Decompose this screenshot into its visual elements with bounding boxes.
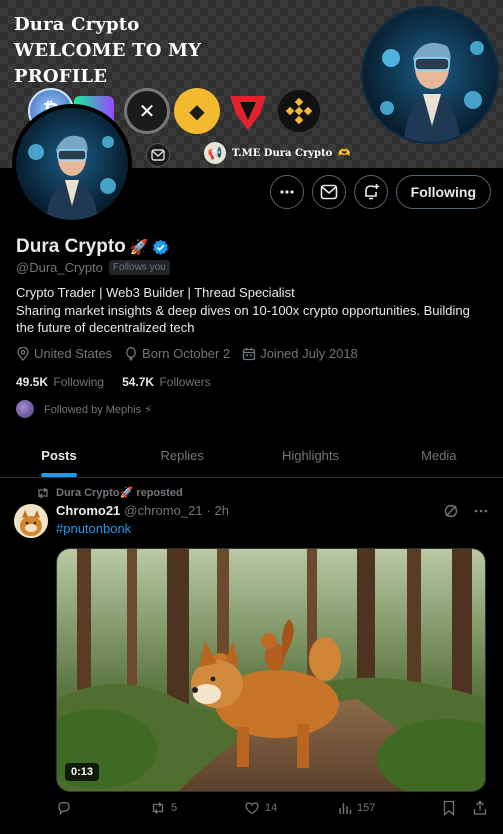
tab-media[interactable]: Media — [375, 434, 503, 477]
binance-logo-icon — [276, 88, 322, 134]
followed-by-row[interactable]: Followed by Mephis ⚡ — [16, 400, 152, 418]
following-count: 49.5K — [16, 375, 49, 389]
following-stat[interactable]: 49.5K Following — [16, 375, 104, 389]
post-author-name[interactable]: Chromo21 — [56, 503, 120, 518]
post-end-actions — [442, 800, 488, 816]
follows-you-badge: Follows you — [108, 260, 170, 275]
follower-avatar — [16, 400, 34, 418]
like-button[interactable]: 14 — [244, 801, 338, 815]
bnb-coin-icon: ◆ — [174, 88, 220, 134]
post-top-actions — [443, 503, 489, 519]
banner-title-line-1: Dura Crypto — [14, 14, 140, 35]
like-count: 14 — [265, 802, 278, 814]
followers-label: Followers — [159, 375, 211, 389]
profile-meta: United States Born October 2 Joined July… — [16, 346, 358, 361]
tab-posts[interactable]: Posts — [0, 434, 118, 477]
post-time[interactable]: · 2h — [207, 503, 229, 518]
notifications-button[interactable] — [353, 175, 388, 209]
share-icon[interactable] — [472, 800, 488, 816]
birthday-item: Born October 2 — [124, 346, 230, 361]
post-author-handle[interactable]: @chromo_21 — [124, 503, 202, 518]
bookmark-icon[interactable] — [442, 800, 456, 816]
location-text: United States — [34, 346, 113, 361]
telegram-link-badge: 📢 T.ME Dura Crypto 🫶 — [200, 139, 359, 167]
joined-item: Joined July 2018 — [242, 346, 358, 361]
post-hashtag-link[interactable]: #pnutonbonk — [56, 521, 131, 536]
retweet-icon — [152, 802, 164, 814]
birthday-text: Born October 2 — [142, 346, 231, 361]
calendar-icon — [243, 347, 256, 360]
banner-title-line-2: WELCOME TO MY — [14, 40, 202, 61]
more-options-button[interactable] — [269, 175, 304, 209]
repost-indicator: Dura Crypto🚀 reposted — [36, 486, 183, 499]
reply-button[interactable] — [56, 800, 150, 816]
grok-icon[interactable] — [443, 503, 459, 519]
telegram-link-text: T.ME Dura Crypto — [232, 147, 333, 159]
joined-text: Joined July 2018 — [260, 346, 358, 361]
following-label: Following — [53, 375, 105, 389]
profile-name: Dura Crypto — [16, 236, 126, 257]
verified-badge-icon[interactable] — [152, 239, 169, 256]
envelope-icon — [320, 184, 337, 200]
video-thumbnail — [57, 549, 485, 791]
location-item: United States — [16, 346, 112, 361]
repost-by-text[interactable]: Dura Crypto🚀 reposted — [56, 486, 183, 499]
repost-icon — [38, 487, 48, 498]
following-button[interactable]: Following — [395, 175, 491, 209]
views-button[interactable]: 157 — [338, 801, 438, 815]
megaphone-icon: 📢 — [204, 142, 226, 164]
profile-bio: Crypto Trader | Web3 Builder | Thread Sp… — [16, 284, 486, 337]
video-duration: 0:13 — [65, 763, 100, 781]
repost-button[interactable]: 5 — [150, 801, 244, 815]
balloon-icon — [126, 346, 136, 361]
arbitrum-logo-icon — [226, 92, 270, 132]
more-dots-icon — [280, 190, 294, 194]
views-chart-icon — [339, 803, 352, 814]
repost-count: 5 — [171, 802, 178, 814]
tab-replies[interactable]: Replies — [118, 434, 246, 477]
profile-actions: Following — [269, 175, 491, 209]
profile-handle: @Dura_Crypto — [16, 260, 103, 275]
rocket-emoji-icon: 🚀 — [129, 239, 149, 256]
lightning-emoji-icon: ⚡ — [144, 403, 153, 416]
bio-line-2: Sharing market insights & deep dives on … — [16, 302, 470, 336]
profile-stats: 49.5K Following 54.7K Followers — [16, 375, 211, 389]
message-button[interactable] — [311, 175, 346, 209]
mail-icon — [146, 143, 170, 167]
tab-highlights[interactable]: Highlights — [246, 434, 374, 477]
banner-title-line-3: PROFILE — [14, 66, 108, 87]
views-count: 157 — [357, 802, 376, 814]
handshake-icon: 🫶 — [338, 147, 351, 159]
followers-stat[interactable]: 54.7K Followers — [122, 375, 211, 389]
bio-line-1: Crypto Trader | Web3 Builder | Thread Sp… — [16, 285, 295, 300]
post-more-icon[interactable] — [473, 503, 489, 519]
profile-name-row: Dura Crypto 🚀 — [16, 236, 169, 258]
followed-by-text: Followed by Mephis — [44, 403, 142, 416]
post-author-avatar[interactable] — [14, 504, 48, 538]
banner-vr-art — [361, 6, 499, 144]
bell-plus-icon — [364, 184, 379, 200]
banner-title: Dura Crypto WELCOME TO MY PROFILE — [14, 12, 214, 90]
profile-tabs: Posts Replies Highlights Media — [0, 434, 503, 478]
post-action-bar: 5 14 157 — [56, 800, 488, 816]
post-header: Chromo21 @chromo_21 · 2h — [56, 503, 229, 518]
post-video[interactable]: 0:13 — [56, 548, 486, 792]
profile-handle-row: @Dura_Crypto Follows you — [16, 260, 170, 275]
location-pin-icon — [17, 346, 29, 361]
reply-icon — [58, 801, 70, 816]
heart-icon — [245, 802, 259, 815]
followers-count: 54.7K — [122, 375, 155, 389]
profile-avatar[interactable] — [12, 104, 132, 224]
xrp-coin-icon: ✕ — [124, 88, 170, 134]
